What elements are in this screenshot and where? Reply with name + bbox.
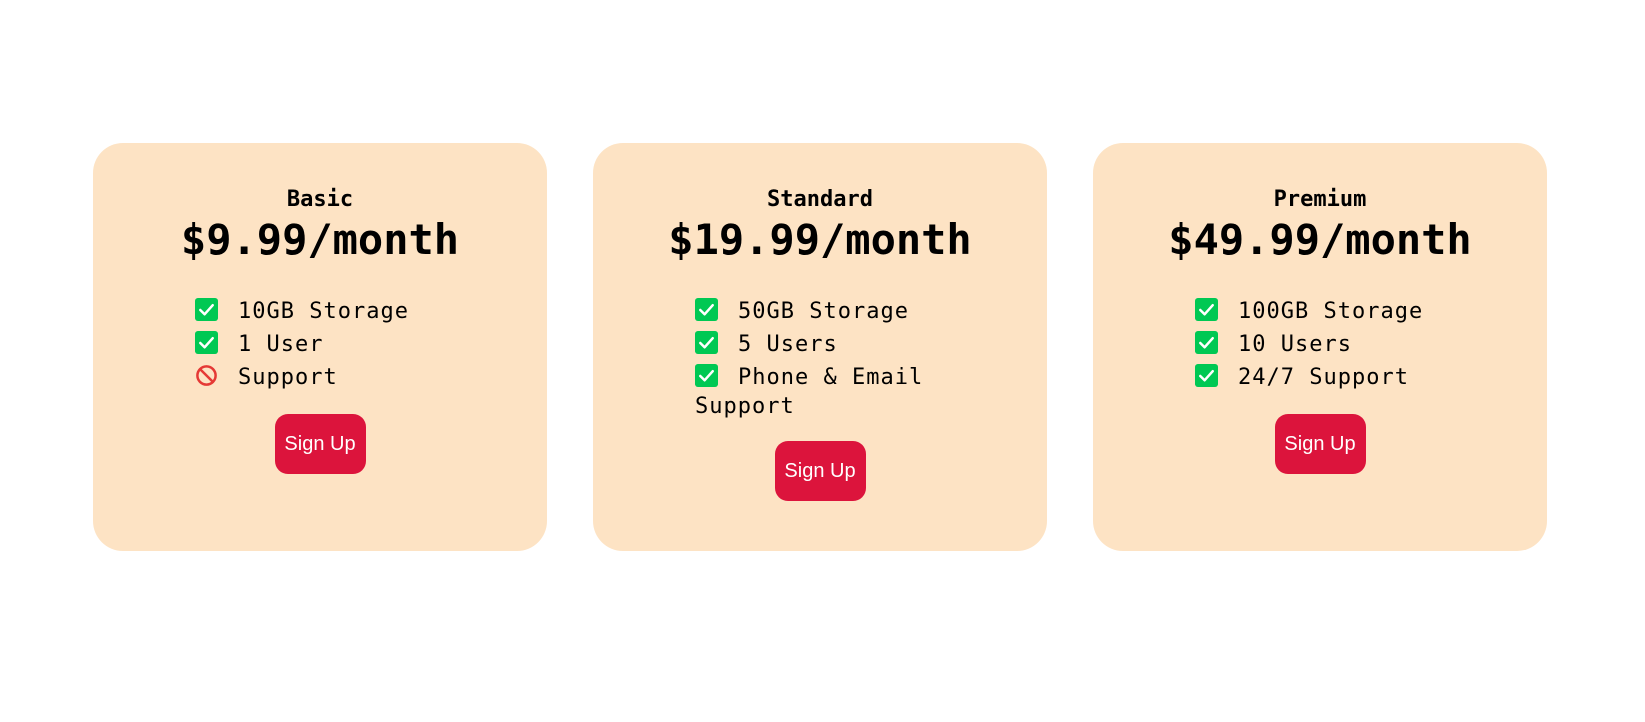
feature-item: 10GB Storage [195, 295, 445, 328]
feature-item: Phone & Email Support [695, 361, 945, 421]
feature-text: Phone & Email Support [695, 365, 924, 419]
pricing-card-premium: Premium $49.99/month 100GB Storage 10 Us… [1093, 143, 1547, 551]
plan-name: Basic [286, 187, 354, 212]
check-icon [695, 364, 718, 387]
feature-item: 100GB Storage [1195, 295, 1445, 328]
pricing-cards: Basic $9.99/month 10GB Storage 1 User Su… [93, 143, 1547, 551]
feature-text: Support [238, 365, 338, 390]
feature-list: 100GB Storage 10 Users 24/7 Support [1195, 295, 1445, 394]
check-icon [1195, 364, 1218, 387]
plan-price: $49.99/month [1168, 215, 1472, 264]
check-icon [695, 298, 718, 321]
plan-price: $19.99/month [668, 215, 972, 264]
pricing-card-basic: Basic $9.99/month 10GB Storage 1 User Su… [93, 143, 547, 551]
feature-item: 24/7 Support [1195, 361, 1445, 394]
check-icon [1195, 331, 1218, 354]
feature-item: 10 Users [1195, 328, 1445, 361]
prohibited-icon [196, 365, 217, 386]
feature-text: 100GB Storage [1238, 299, 1424, 324]
feature-list: 10GB Storage 1 User Support [195, 295, 445, 394]
feature-item: 50GB Storage [695, 295, 945, 328]
sign-up-button[interactable]: Sign Up [1274, 414, 1366, 474]
plan-name: Standard [767, 187, 873, 212]
feature-item: Support [195, 361, 445, 394]
feature-item: 1 User [195, 328, 445, 361]
sign-up-button[interactable]: Sign Up [274, 414, 366, 474]
feature-text: 10 Users [1238, 332, 1352, 357]
check-icon [195, 298, 218, 321]
check-icon [195, 331, 218, 354]
feature-text: 24/7 Support [1238, 365, 1409, 390]
check-icon [695, 331, 718, 354]
feature-text: 10GB Storage [238, 299, 409, 324]
pricing-card-standard: Standard $19.99/month 50GB Storage 5 Use… [593, 143, 1047, 551]
check-icon [1195, 298, 1218, 321]
feature-text: 1 User [238, 332, 324, 357]
feature-text: 5 Users [738, 332, 838, 357]
plan-name: Premium [1273, 187, 1367, 212]
plan-price: $9.99/month [180, 215, 460, 264]
sign-up-button[interactable]: Sign Up [774, 441, 866, 501]
feature-text: 50GB Storage [738, 299, 909, 324]
feature-list: 50GB Storage 5 Users Phone & Email Suppo… [695, 295, 945, 421]
feature-item: 5 Users [695, 328, 945, 361]
